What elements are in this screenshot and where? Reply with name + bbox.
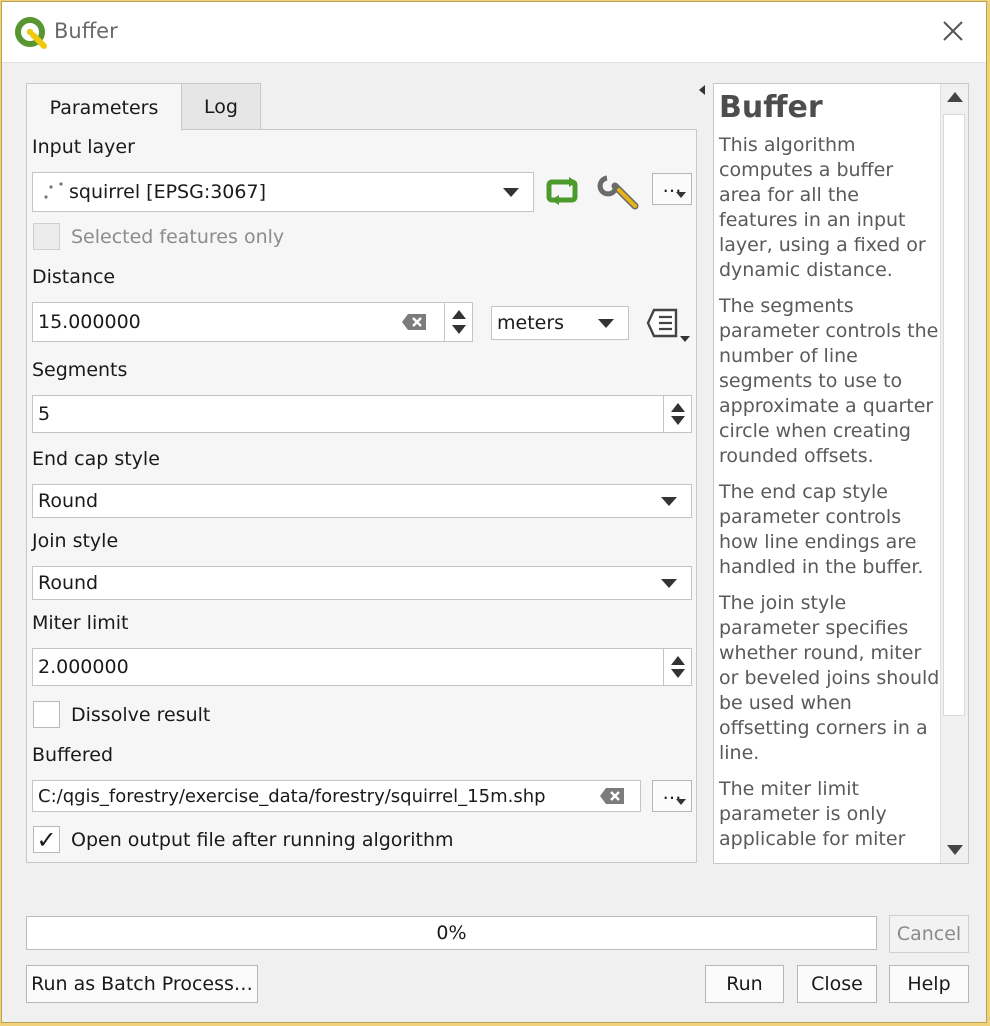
dissolve-label: Dissolve result — [71, 704, 211, 726]
scroll-down-icon[interactable] — [947, 845, 963, 855]
iterate-features-icon[interactable] — [545, 174, 587, 210]
spin-up-icon[interactable] — [670, 656, 685, 665]
run-button[interactable]: Run — [705, 965, 784, 1003]
collapse-help-icon[interactable] — [698, 84, 706, 96]
help-content: Buffer This algorithm computes a buffer … — [719, 90, 941, 863]
run-batch-label: Run as Batch Process… — [31, 973, 253, 995]
parameters-panel: Input layer squirrel [EPSG:3067] … Selec… — [26, 129, 697, 863]
end-cap-select[interactable]: Round — [32, 484, 692, 518]
input-layer-value: squirrel [EPSG:3067] — [69, 181, 266, 203]
run-label: Run — [726, 973, 763, 995]
input-layer-label: Input layer — [32, 136, 135, 158]
help-paragraph: The segments parameter controls the numb… — [719, 295, 939, 467]
scrollbar-thumb[interactable] — [943, 114, 965, 716]
help-paragraph: This algorithm computes a buffer area fo… — [719, 134, 926, 281]
clear-icon[interactable] — [401, 313, 427, 331]
help-scrollbar[interactable] — [940, 84, 968, 863]
distance-input[interactable]: 15.000000 — [32, 302, 445, 342]
miter-limit-input[interactable]: 2.000000 — [32, 648, 664, 686]
help-title: Buffer — [719, 90, 823, 125]
output-more-button[interactable]: … — [652, 780, 692, 812]
open-output-checkbox[interactable]: ✓ — [33, 826, 60, 853]
segments-value: 5 — [38, 403, 51, 425]
join-style-label: Join style — [32, 530, 119, 552]
buffer-dialog: Buffer Parameters Log Input layer squirr… — [1, 1, 987, 1023]
spin-down-icon[interactable] — [670, 669, 685, 678]
tab-parameters[interactable]: Parameters — [26, 83, 182, 131]
tab-parameters-label: Parameters — [49, 96, 159, 119]
cancel-button[interactable]: Cancel — [889, 915, 969, 953]
chevron-down-icon — [598, 319, 614, 328]
point-layer-icon — [44, 182, 63, 199]
chevron-down-icon — [503, 188, 519, 197]
segments-input[interactable]: 5 — [32, 395, 664, 433]
help-button[interactable]: Help — [889, 965, 969, 1003]
end-cap-label: End cap style — [32, 448, 160, 470]
progress-bar: 0% — [26, 916, 877, 950]
help-pane: Buffer This algorithm computes a buffer … — [713, 83, 969, 864]
miter-limit-value: 2.000000 — [38, 656, 129, 678]
input-layer-more-button[interactable]: … — [652, 173, 692, 205]
distance-spinner[interactable] — [444, 302, 473, 342]
close-button[interactable]: Close — [797, 965, 877, 1003]
data-defined-override-icon[interactable] — [644, 306, 692, 344]
tab-log[interactable]: Log — [181, 83, 261, 130]
chevron-down-icon — [676, 192, 686, 198]
selected-features-checkbox[interactable] — [33, 223, 60, 250]
distance-unit-select[interactable]: meters — [491, 306, 629, 340]
end-cap-value: Round — [38, 490, 99, 512]
input-layer-combo[interactable]: squirrel [EPSG:3067] — [32, 172, 534, 212]
checkmark-icon: ✓ — [36, 825, 57, 854]
spin-up-icon[interactable] — [451, 310, 466, 319]
join-style-select[interactable]: Round — [32, 566, 692, 600]
window-title: Buffer — [54, 19, 118, 43]
output-path-value: C:/qgis_forestry/exercise_data/forestry/… — [38, 785, 546, 807]
buffered-label: Buffered — [32, 744, 114, 766]
tab-log-label: Log — [204, 96, 238, 118]
chevron-down-icon — [661, 497, 677, 506]
output-path-input[interactable]: C:/qgis_forestry/exercise_data/forestry/… — [32, 780, 641, 812]
help-paragraph: The miter limit parameter is only applic… — [719, 778, 906, 850]
close-label: Close — [811, 973, 863, 995]
segments-label: Segments — [32, 359, 128, 381]
open-output-label: Open output file after running algorithm — [71, 829, 454, 851]
scroll-up-icon[interactable] — [947, 92, 963, 102]
miter-limit-spinner[interactable] — [663, 648, 692, 686]
run-batch-button[interactable]: Run as Batch Process… — [26, 965, 258, 1003]
chevron-down-icon — [661, 579, 677, 588]
advanced-options-icon[interactable] — [597, 170, 645, 214]
distance-unit-value: meters — [497, 312, 565, 334]
distance-value: 15.000000 — [38, 311, 141, 333]
help-paragraph: The join style parameter specifies wheth… — [719, 592, 940, 764]
spin-down-icon[interactable] — [670, 416, 685, 425]
miter-limit-label: Miter limit — [32, 612, 129, 634]
selected-features-label: Selected features only — [71, 226, 285, 248]
segments-spinner[interactable] — [663, 395, 692, 433]
qgis-logo-icon — [15, 17, 47, 49]
close-window-icon[interactable] — [938, 16, 968, 46]
help-paragraph: The end cap style parameter controls how… — [719, 481, 924, 578]
cancel-label: Cancel — [896, 923, 962, 945]
spin-down-icon[interactable] — [451, 325, 466, 334]
help-label: Help — [907, 973, 951, 995]
clear-icon[interactable] — [599, 787, 625, 805]
progress-label: 0% — [436, 922, 467, 944]
spin-up-icon[interactable] — [670, 403, 685, 412]
chevron-down-icon — [676, 799, 686, 805]
distance-label: Distance — [32, 266, 116, 288]
dissolve-checkbox[interactable] — [33, 701, 60, 728]
join-style-value: Round — [38, 572, 99, 594]
title-bar: Buffer — [2, 2, 986, 63]
